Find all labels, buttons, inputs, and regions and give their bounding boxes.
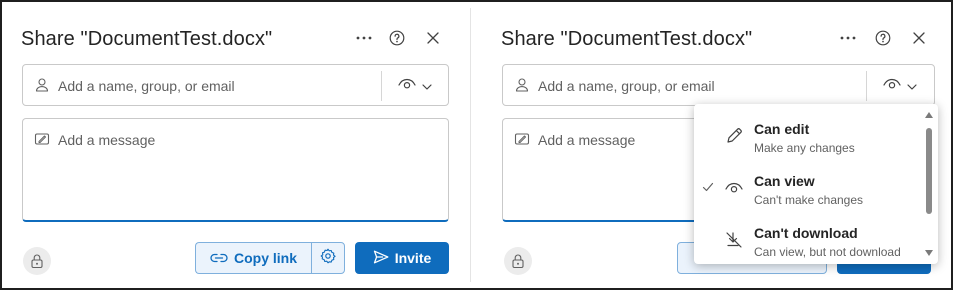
picker-separator <box>381 71 382 101</box>
checkmark-icon <box>702 180 714 192</box>
menu-item-label: Can view <box>754 173 815 189</box>
dialog-title: Share "DocumentTest.docx" <box>21 28 273 50</box>
panel-divider <box>470 8 471 282</box>
person-icon <box>514 77 530 93</box>
permission-dropdown[interactable] <box>386 74 444 98</box>
message-box[interactable]: Add a message <box>22 118 449 222</box>
eye-icon <box>724 178 744 198</box>
person-icon <box>34 77 50 93</box>
eye-icon <box>398 77 416 95</box>
scroll-up-arrow[interactable] <box>925 112 933 118</box>
pencil-icon <box>724 126 744 146</box>
menu-item-can-edit[interactable]: Can edit Make any changes <box>694 112 918 164</box>
menu-item-label: Can edit <box>754 121 810 137</box>
scroll-down-arrow[interactable] <box>925 250 933 256</box>
more-options-icon[interactable] <box>836 26 860 50</box>
more-options-icon[interactable] <box>352 26 376 50</box>
copy-link-button[interactable]: Copy link <box>195 242 311 274</box>
message-input[interactable]: Add a message <box>538 132 635 148</box>
menu-item-description: Make any changes <box>754 141 855 155</box>
picker-separator <box>866 71 867 101</box>
permission-dropdown[interactable] <box>871 74 929 98</box>
message-icon <box>34 131 50 147</box>
link-icon <box>210 250 228 266</box>
chevron-down-icon <box>422 77 432 95</box>
people-picker[interactable]: Add a name, group, or email <box>502 64 935 106</box>
invite-label: Invite <box>394 250 432 266</box>
permission-menu: Can edit Make any changes Can view Can't… <box>694 104 938 264</box>
no-download-icon <box>724 230 744 250</box>
dialog-title: Share "DocumentTest.docx" <box>501 28 753 50</box>
menu-item-can-view[interactable]: Can view Can't make changes <box>694 164 918 216</box>
lock-icon[interactable] <box>23 247 51 275</box>
send-icon <box>373 250 389 267</box>
menu-item-description: Can't make changes <box>754 193 864 207</box>
menu-item-cant-download[interactable]: Can't download Can view, but not downloa… <box>694 216 918 264</box>
gear-icon <box>320 248 336 269</box>
close-icon[interactable] <box>421 26 445 50</box>
people-input[interactable]: Add a name, group, or email <box>538 78 715 94</box>
scroll-thumb[interactable] <box>926 128 932 214</box>
help-icon[interactable] <box>871 26 895 50</box>
menu-item-description: Can view, but not download <box>754 245 901 259</box>
share-dialog-left: Share "DocumentTest.docx" Add a name, gr… <box>2 2 468 288</box>
invite-button[interactable]: Invite <box>355 242 449 274</box>
message-input[interactable]: Add a message <box>58 132 155 148</box>
eye-icon <box>883 77 901 95</box>
copy-link-label: Copy link <box>233 250 297 266</box>
lock-icon[interactable] <box>504 247 532 275</box>
people-input[interactable]: Add a name, group, or email <box>58 78 235 94</box>
close-icon[interactable] <box>907 26 931 50</box>
link-settings-button[interactable] <box>311 242 345 274</box>
menu-item-label: Can't download <box>754 225 858 241</box>
message-icon <box>514 131 530 147</box>
menu-scrollbar[interactable] <box>924 112 934 260</box>
help-icon[interactable] <box>385 26 409 50</box>
people-picker[interactable]: Add a name, group, or email <box>22 64 449 106</box>
chevron-down-icon <box>907 77 917 95</box>
